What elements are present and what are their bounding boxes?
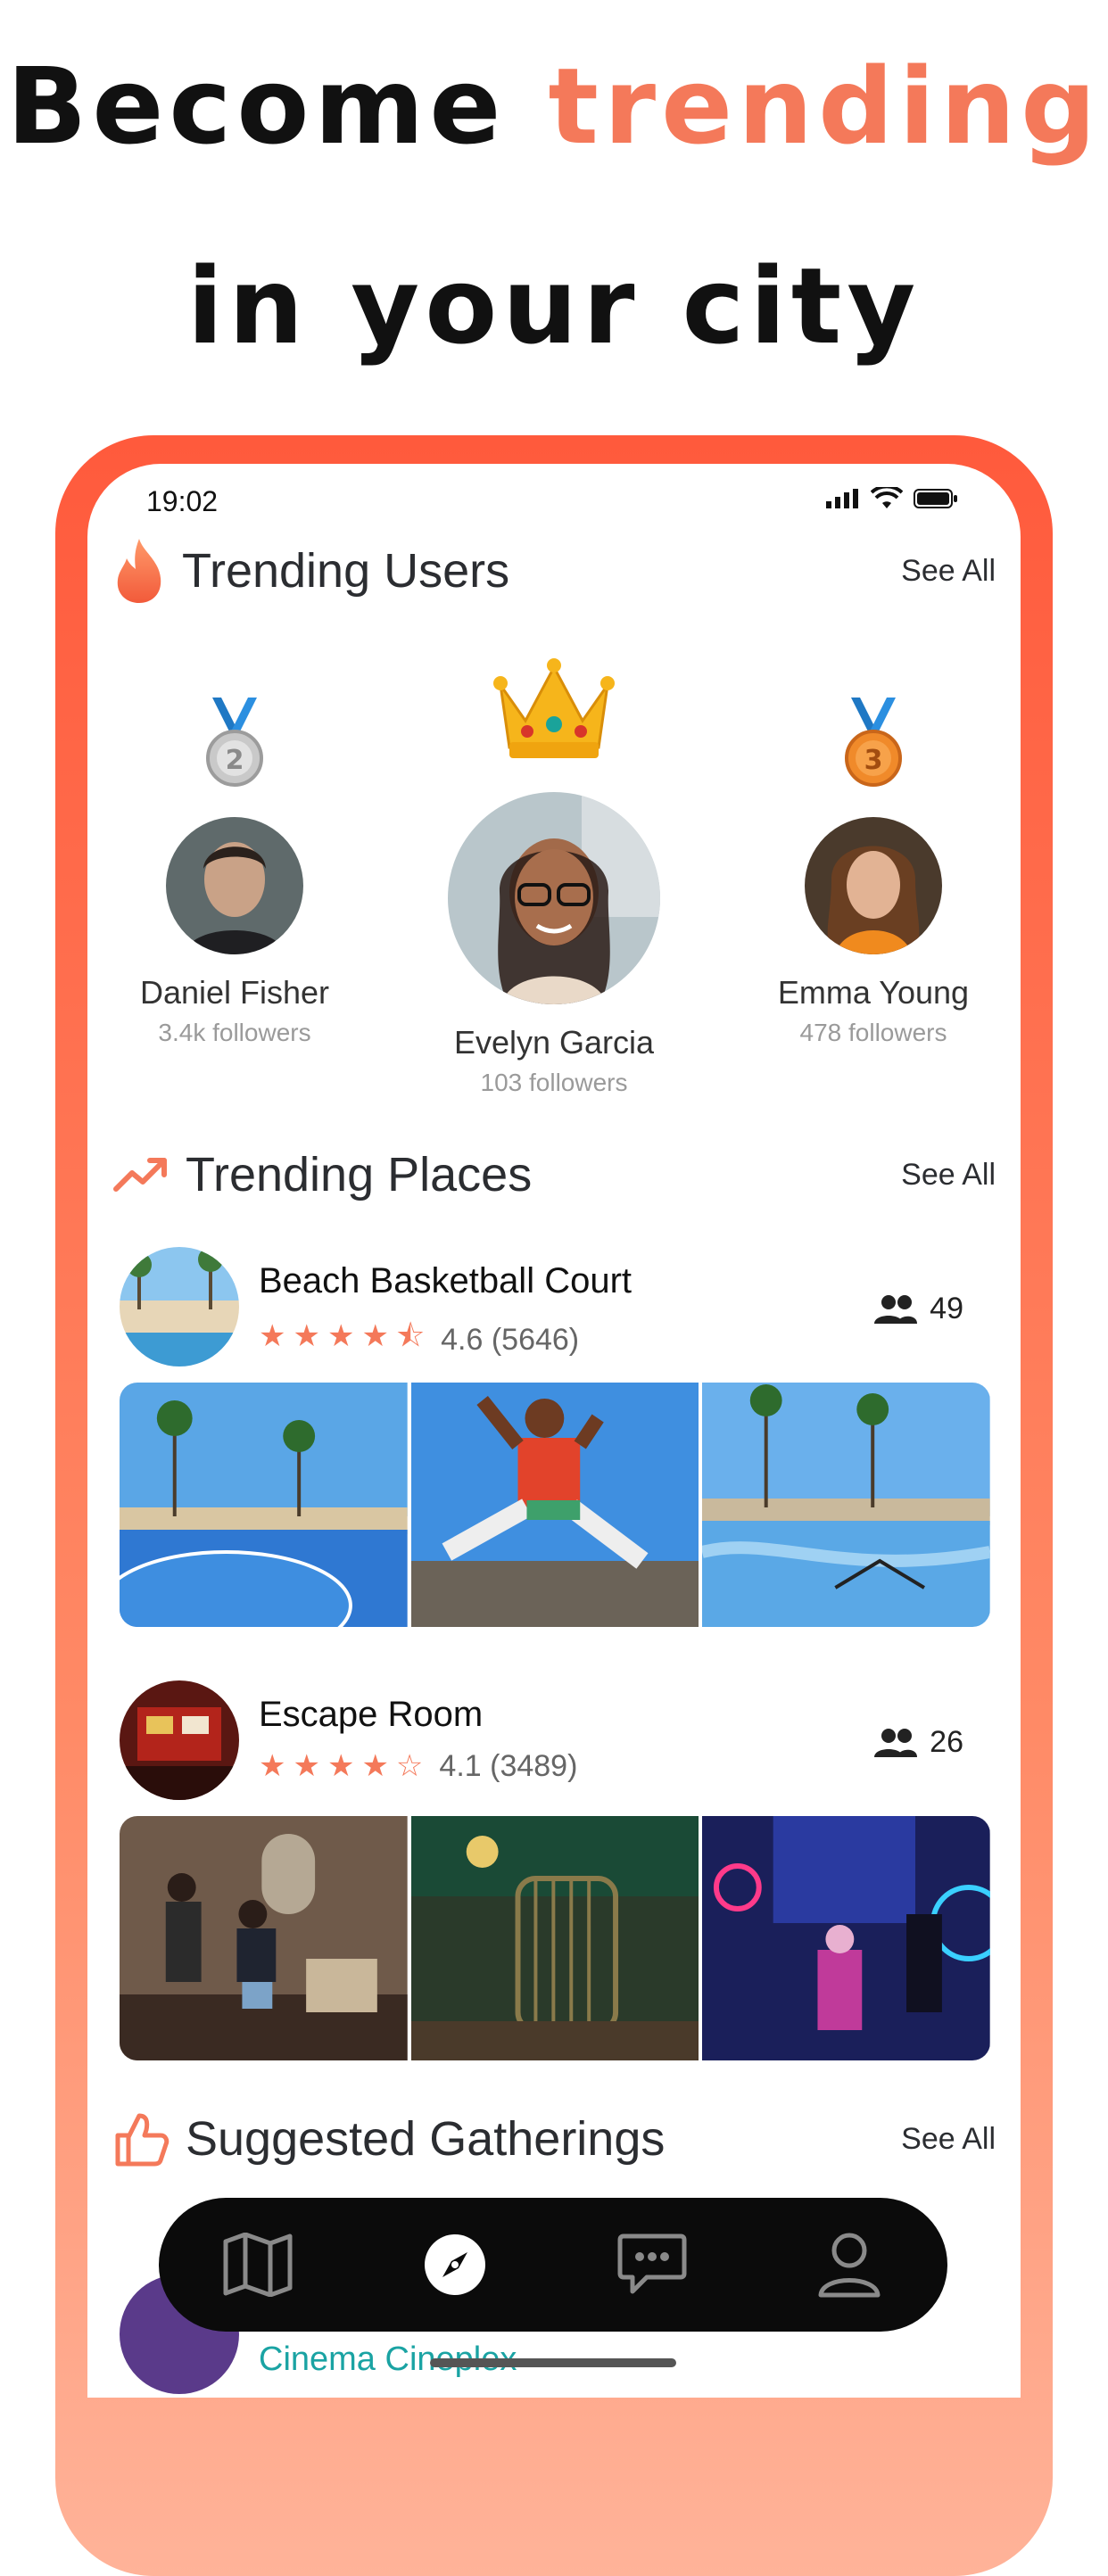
trending-user-first[interactable]: Evelyn Garcia 103 followers — [407, 649, 701, 1097]
bronze-medal-icon: 3 — [845, 698, 902, 787]
people-count: 26 — [872, 1725, 963, 1760]
place-photo[interactable] — [120, 1816, 408, 2060]
nav-profile[interactable] — [800, 2216, 898, 2314]
suggested-gatherings-see-all[interactable]: See All — [901, 2122, 996, 2157]
trending-places-title: Trending Places — [186, 1148, 533, 1201]
people-count: 49 — [872, 1292, 963, 1326]
status-time: 19:02 — [146, 485, 219, 517]
nav-map[interactable] — [209, 2216, 307, 2314]
suggested-gatherings-title: Suggested Gatherings — [186, 2112, 666, 2166]
headline-line-2: in your city — [186, 244, 922, 367]
phone-screen: 19:02 Trending Users See All 2 Daniel Fi… — [87, 464, 1021, 2398]
trending-users-header: Trending Users See All — [112, 537, 996, 605]
trending-users-title: Trending Users — [182, 544, 510, 598]
people-icon — [874, 1294, 918, 1324]
nav-explore[interactable] — [406, 2216, 504, 2314]
svg-text:3: 3 — [864, 745, 883, 776]
avatar — [448, 792, 660, 1004]
map-icon — [223, 2233, 292, 2297]
user-name: Emma Young — [777, 974, 970, 1011]
place-photo[interactable] — [702, 1816, 990, 2060]
compass-icon — [424, 2234, 485, 2295]
user-followers: 478 followers — [799, 1019, 947, 1046]
svg-text:2: 2 — [226, 745, 244, 776]
trending-places-header: Trending Places See All — [112, 1147, 996, 1202]
battery-icon — [914, 489, 957, 508]
place-photo[interactable] — [702, 1383, 990, 1627]
rating-stars-icon: ★★★★☆ — [259, 1749, 431, 1783]
place-photo[interactable] — [120, 1383, 408, 1627]
place-photos — [120, 1816, 990, 2060]
place-thumbnail — [120, 1680, 239, 1800]
place-photo[interactable] — [410, 1816, 699, 2060]
status-icons — [826, 487, 958, 510]
place-rating: ★★★★☆ 4.1 (3489) — [259, 1748, 577, 1784]
people-icon — [874, 1728, 918, 1757]
chat-icon — [617, 2233, 686, 2294]
home-indicator[interactable] — [430, 2358, 676, 2367]
headline-line-1: Become trending — [0, 54, 1108, 159]
nav-messages[interactable] — [603, 2216, 701, 2314]
place-card-escape-room[interactable]: Escape Room ★★★★☆ 4.1 (3489) 26 — [120, 1680, 990, 2064]
place-rating: ★★★★⯪ 4.6 (5646) — [259, 1315, 579, 1366]
place-name: Beach Basketball Court — [259, 1261, 633, 1300]
avatar — [805, 817, 942, 954]
rating-stars-icon: ★★★★⯪ — [259, 1319, 433, 1353]
trending-user-second[interactable]: 2 Daniel Fisher 3.4k followers — [87, 698, 382, 1047]
suggested-gatherings-header: Suggested Gatherings See All — [112, 2110, 996, 2167]
place-photos — [120, 1383, 990, 1627]
user-followers: 103 followers — [480, 1069, 628, 1096]
trending-up-icon — [113, 1158, 167, 1192]
people-count-value: 49 — [930, 1292, 963, 1325]
rating-value: 4.6 (5646) — [441, 1323, 580, 1357]
flame-icon — [117, 539, 161, 603]
headline-word-trending: trending — [548, 45, 1102, 168]
user-followers: 3.4k followers — [158, 1019, 311, 1046]
crown-icon — [493, 658, 615, 758]
avatar — [166, 817, 303, 954]
silver-medal-icon: 2 — [206, 698, 263, 787]
wifi-icon — [871, 487, 903, 508]
place-thumbnail — [120, 1247, 239, 1366]
thumbs-up-icon — [115, 2113, 170, 2167]
headline-word-become: Become — [6, 45, 507, 168]
trending-user-third[interactable]: 3 Emma Young 478 followers — [726, 698, 1021, 1047]
user-name: Evelyn Garcia — [453, 1024, 655, 1061]
user-name: Daniel Fisher — [139, 974, 330, 1011]
rating-value: 4.1 (3489) — [439, 1748, 578, 1783]
bottom-nav-bar — [159, 2198, 947, 2332]
place-name: Escape Room — [259, 1695, 484, 1734]
people-count-value: 26 — [930, 1725, 963, 1759]
trending-users-see-all[interactable]: See All — [901, 554, 996, 589]
place-photo[interactable] — [410, 1383, 699, 1627]
signal-icon — [826, 489, 858, 508]
profile-icon — [818, 2233, 880, 2298]
place-card-beach-basketball-court[interactable]: Beach Basketball Court ★★★★⯪ 4.6 (5646) … — [120, 1247, 990, 1631]
trending-places-see-all[interactable]: See All — [901, 1158, 996, 1193]
